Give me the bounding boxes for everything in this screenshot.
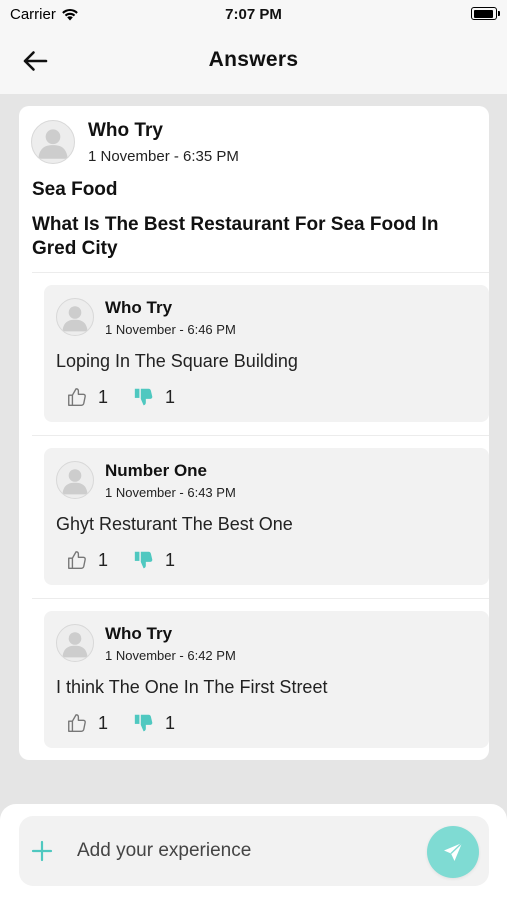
nav-bar: Answers <box>0 28 507 94</box>
answer-text: Ghyt Resturant The Best One <box>56 514 293 534</box>
thumbs-up-icon <box>68 551 86 569</box>
question-title: Sea Food <box>32 179 118 200</box>
answer-date: 1 November - 6:43 PM <box>105 485 236 500</box>
dislike-button[interactable]: 1 <box>133 549 175 571</box>
avatar-placeholder-icon <box>31 120 75 164</box>
like-button[interactable]: 1 <box>66 549 108 571</box>
dislike-count: 1 <box>165 549 176 570</box>
answer-text: Loping In The Square Building <box>56 351 298 371</box>
answer-card: Who Try 1 November - 6:42 PM I think The… <box>44 611 489 748</box>
thumbs-down-icon <box>134 388 153 406</box>
dislike-count: 1 <box>165 712 176 733</box>
status-time: 7:07 PM <box>225 6 282 23</box>
divider <box>32 435 489 436</box>
answer-card: Number One 1 November - 6:43 PM Ghyt Res… <box>44 448 489 585</box>
question-author: Who Try <box>88 120 163 141</box>
add-attachment-button[interactable] <box>29 838 55 864</box>
answer-author: Number One <box>105 461 208 480</box>
like-count: 1 <box>98 549 109 570</box>
like-count: 1 <box>98 386 109 407</box>
like-button[interactable]: 1 <box>66 712 108 734</box>
thumbs-up-icon <box>68 714 86 732</box>
send-icon <box>444 842 463 861</box>
avatar-placeholder-icon <box>56 624 94 662</box>
avatar-placeholder-icon <box>56 461 94 499</box>
send-button[interactable] <box>427 826 479 878</box>
plus-icon <box>31 840 53 862</box>
composer-panel <box>0 804 507 900</box>
like-count: 1 <box>98 712 109 733</box>
answer-date: 1 November - 6:46 PM <box>105 322 236 337</box>
avatar-placeholder-icon <box>56 298 94 336</box>
page-title: Answers <box>208 48 299 71</box>
answer-author: Who Try <box>105 624 173 643</box>
battery-icon <box>471 7 500 20</box>
divider <box>32 272 489 273</box>
dislike-button[interactable]: 1 <box>133 386 175 408</box>
question-card: Who Try 1 November - 6:35 PM Sea Food Wh… <box>19 106 489 760</box>
experience-input[interactable] <box>77 834 417 868</box>
divider <box>32 598 489 599</box>
question-date: 1 November - 6:35 PM <box>88 148 239 165</box>
answer-author: Who Try <box>105 298 173 317</box>
question-body: What Is The Best Restaurant For Sea Food… <box>32 214 439 259</box>
answer-card: Who Try 1 November - 6:46 PM Loping In T… <box>44 285 489 422</box>
composer-bar <box>19 816 489 886</box>
thumbs-up-icon <box>68 388 86 406</box>
dislike-count: 1 <box>165 386 176 407</box>
like-button[interactable]: 1 <box>66 386 108 408</box>
answer-text: I think The One In The First Street <box>56 677 328 697</box>
answer-date: 1 November - 6:42 PM <box>105 648 236 663</box>
dislike-button[interactable]: 1 <box>133 712 175 734</box>
thumbs-down-icon <box>134 714 153 732</box>
status-bar: Carrier 7:07 PM <box>0 0 507 28</box>
thumbs-down-icon <box>134 551 153 569</box>
